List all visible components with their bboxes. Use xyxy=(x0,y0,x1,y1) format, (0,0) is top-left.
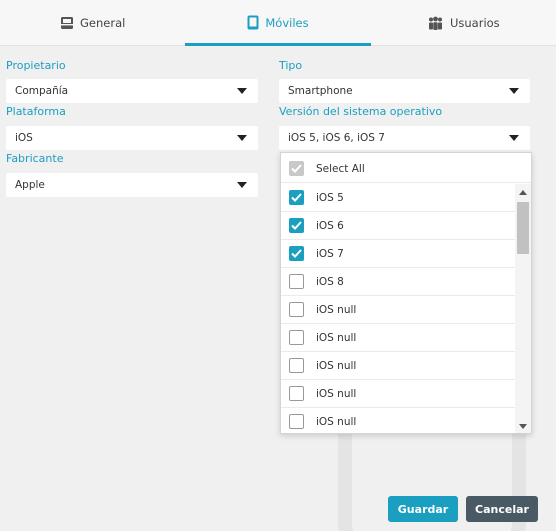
option-checkbox[interactable] xyxy=(289,330,304,345)
plataforma-select[interactable]: iOS xyxy=(6,126,258,150)
option-checkbox[interactable] xyxy=(289,190,304,205)
dropdown-scrollbar[interactable] xyxy=(515,184,531,433)
option-label: iOS 8 xyxy=(316,275,344,288)
cancel-button[interactable]: Cancelar xyxy=(466,496,538,522)
tab-usuarios-label: Usuarios xyxy=(449,15,500,30)
plataforma-label: Plataforma xyxy=(6,105,66,118)
propietario-label: Propietario xyxy=(6,59,66,72)
version-value: iOS 5, iOS 6, iOS 7 xyxy=(288,132,385,144)
version-label: Versión del sistema operativo xyxy=(279,105,443,118)
chevron-down-icon xyxy=(509,135,519,141)
option-label: iOS null xyxy=(316,303,357,316)
tab-general[interactable]: General xyxy=(0,0,185,45)
tipo-label: Tipo xyxy=(279,59,303,72)
fabricante-value: Apple xyxy=(15,179,45,191)
select-all-checkbox[interactable] xyxy=(289,161,304,176)
plataforma-value: iOS xyxy=(15,132,33,144)
inbox-tray-icon xyxy=(61,16,73,29)
version-option[interactable]: iOS 8 xyxy=(281,268,515,296)
option-label: iOS 6 xyxy=(316,219,344,232)
checkmark-icon xyxy=(291,249,302,258)
scrollbar-thumb[interactable] xyxy=(517,202,529,254)
tab-moviles[interactable]: Móviles xyxy=(185,0,371,46)
option-checkbox[interactable] xyxy=(289,414,304,429)
chevron-down-icon xyxy=(237,88,247,94)
scroll-up-icon[interactable] xyxy=(519,190,527,195)
chevron-down-icon xyxy=(237,182,247,188)
option-checkbox[interactable] xyxy=(289,302,304,317)
select-all-label: Select All xyxy=(316,162,365,175)
version-select[interactable]: iOS 5, iOS 6, iOS 7 xyxy=(279,126,530,150)
propietario-value: Compañía xyxy=(15,85,69,97)
option-checkbox[interactable] xyxy=(289,218,304,233)
version-option[interactable]: iOS null xyxy=(281,380,515,408)
tipo-value: Smartphone xyxy=(288,85,353,97)
scroll-down-icon[interactable] xyxy=(519,424,527,429)
version-option[interactable]: iOS 6 xyxy=(281,212,515,240)
fabricante-select[interactable]: Apple xyxy=(6,173,258,197)
chevron-down-icon xyxy=(237,135,247,141)
version-option[interactable]: iOS 7 xyxy=(281,240,515,268)
tipo-select[interactable]: Smartphone xyxy=(279,79,530,103)
fabricante-label: Fabricante xyxy=(6,152,64,165)
tab-moviles-label: Móviles xyxy=(265,15,309,30)
tablet-icon xyxy=(247,15,259,30)
option-checkbox[interactable] xyxy=(289,386,304,401)
option-label: iOS null xyxy=(316,387,357,400)
option-label: iOS null xyxy=(316,359,357,372)
version-option[interactable]: iOS null xyxy=(281,352,515,380)
option-label: iOS 7 xyxy=(316,247,344,260)
option-checkbox[interactable] xyxy=(289,358,304,373)
version-option[interactable]: iOS null xyxy=(281,296,515,324)
checkmark-icon xyxy=(291,164,302,173)
save-button[interactable]: Guardar xyxy=(388,496,458,522)
version-option[interactable]: iOS null xyxy=(281,408,515,433)
chevron-down-icon xyxy=(509,88,519,94)
option-label: iOS null xyxy=(316,415,357,428)
version-option[interactable]: iOS 5 xyxy=(281,184,515,212)
tab-general-label: General xyxy=(80,15,126,30)
users-icon xyxy=(428,16,442,30)
version-dropdown-list: Select All iOS 5 iOS 6 iOS 7 iOS 8 iOS null i… xyxy=(280,152,532,434)
checkmark-icon xyxy=(291,193,302,202)
option-label: iOS 5 xyxy=(316,191,344,204)
tab-bar: General Móviles Usuarios xyxy=(0,0,556,46)
propietario-select[interactable]: Compañía xyxy=(6,79,258,103)
checkmark-icon xyxy=(291,221,302,230)
option-label: iOS null xyxy=(316,331,357,344)
option-checkbox[interactable] xyxy=(289,274,304,289)
select-all-option[interactable]: Select All xyxy=(281,155,531,183)
tab-usuarios[interactable]: Usuarios xyxy=(371,0,556,45)
option-checkbox[interactable] xyxy=(289,246,304,261)
version-option[interactable]: iOS null xyxy=(281,324,515,352)
